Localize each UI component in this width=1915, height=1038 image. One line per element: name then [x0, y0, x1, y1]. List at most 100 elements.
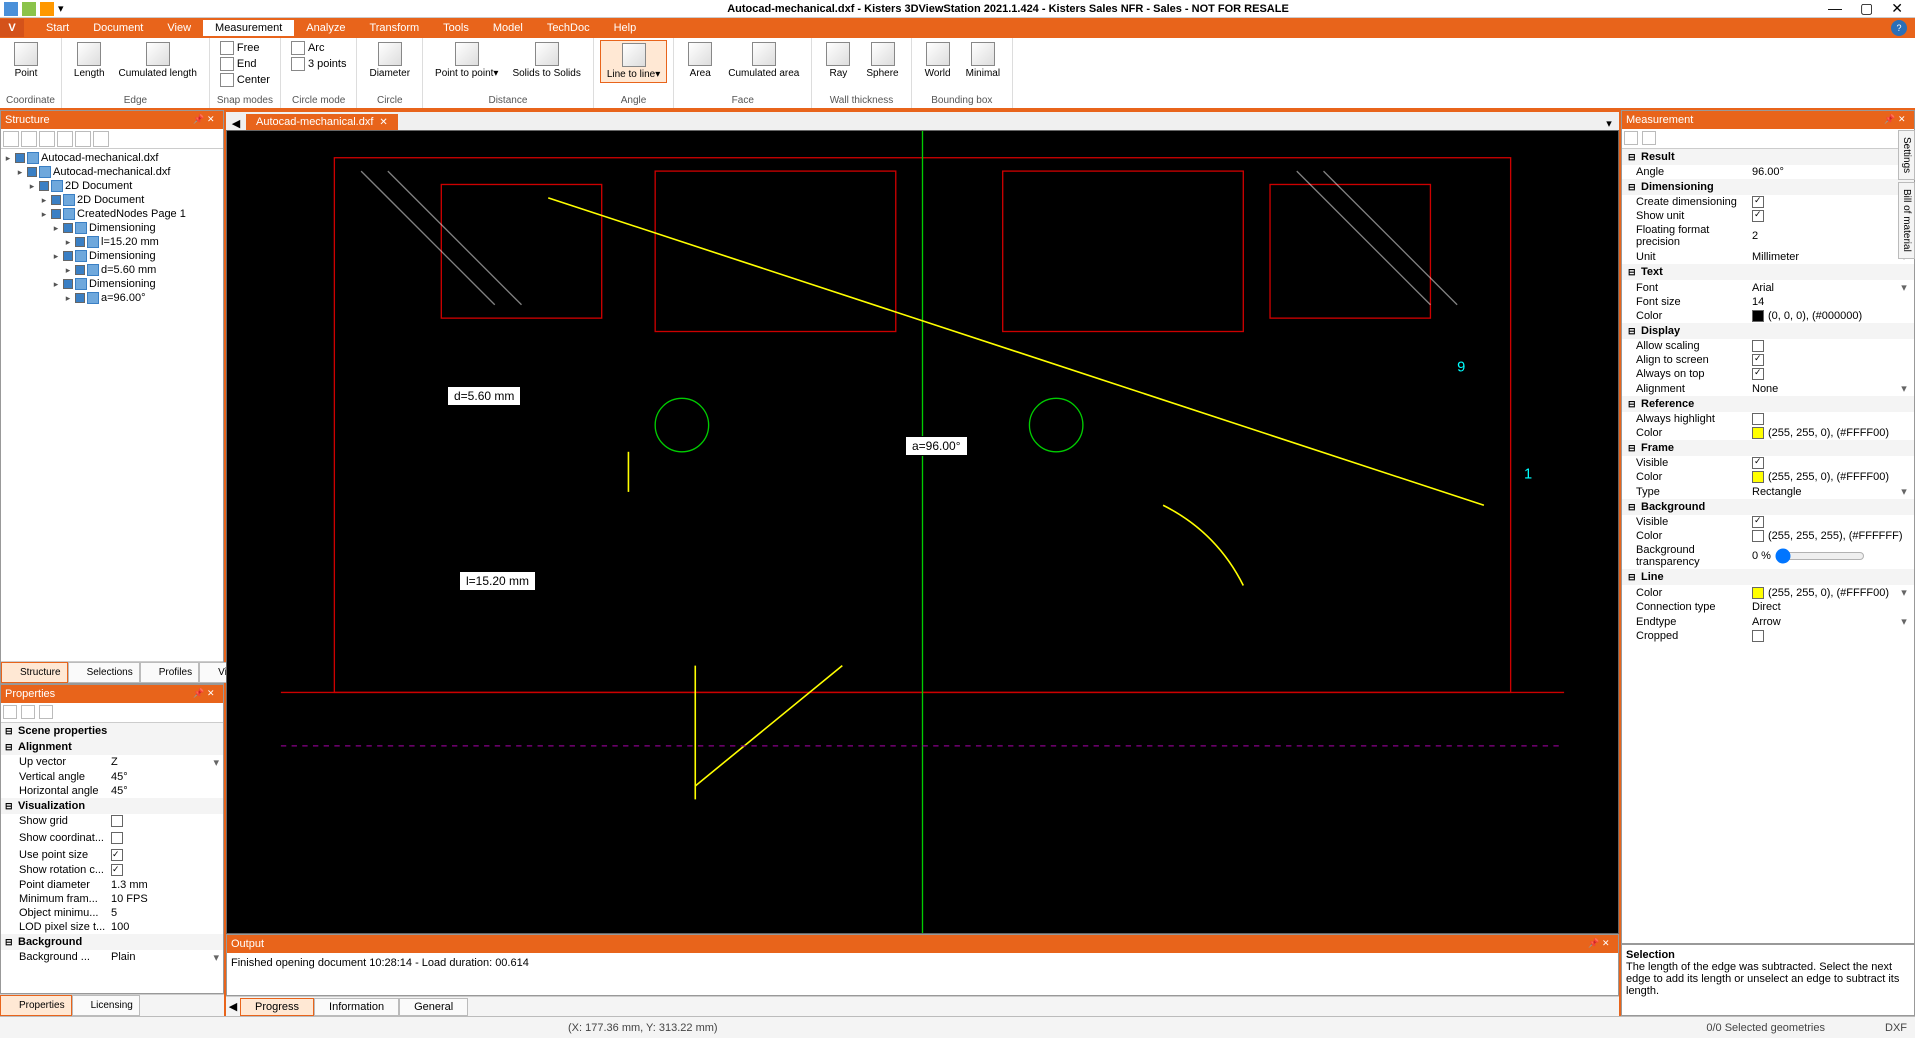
section-expander-icon[interactable]: ⊟ — [1628, 326, 1638, 337]
prop-tool-2[interactable] — [21, 705, 35, 719]
checkbox[interactable] — [111, 815, 123, 827]
meas-tool-2[interactable] — [1642, 131, 1656, 145]
measurement-diameter-label[interactable]: d=5.60 mm — [447, 386, 521, 406]
ribbon-button[interactable]: Cumulated length — [113, 40, 203, 81]
meas-row[interactable]: Visible — [1622, 515, 1914, 529]
meas-row[interactable]: EndtypeArrow▾ — [1622, 614, 1914, 629]
meas-value[interactable] — [1752, 516, 1914, 528]
color-swatch[interactable] — [1752, 427, 1764, 439]
meas-value[interactable] — [1752, 354, 1914, 366]
meas-value[interactable] — [1752, 368, 1914, 380]
prop-section-header[interactable]: ⊟Background — [1, 934, 223, 950]
meas-section-header[interactable]: ⊟Result — [1622, 149, 1914, 165]
meas-section-header[interactable]: ⊟Display — [1622, 323, 1914, 339]
dropdown-icon[interactable]: ▾ — [1898, 485, 1910, 498]
app-logo[interactable]: V — [0, 19, 24, 37]
checkbox[interactable] — [1752, 516, 1764, 528]
ribbon-button[interactable]: Minimal — [960, 40, 1006, 81]
prop-tool-3[interactable] — [39, 705, 53, 719]
meas-value[interactable] — [1752, 457, 1914, 469]
meas-row[interactable]: Color(255, 255, 0), (#FFFF00)▾ — [1622, 585, 1914, 600]
prop-value[interactable] — [111, 832, 223, 847]
meas-row[interactable]: Cropped — [1622, 629, 1914, 643]
tree-checkbox[interactable] — [63, 223, 73, 233]
tree-checkbox[interactable] — [15, 153, 25, 163]
qat-dropdown-icon[interactable]: ▾ — [58, 2, 72, 16]
structure-tree[interactable]: ▸Autocad-mechanical.dxf▸Autocad-mechanic… — [1, 149, 223, 661]
section-expander-icon[interactable]: ⊟ — [1628, 502, 1638, 513]
ribbon-small-button[interactable]: Arc — [287, 40, 351, 56]
panel-close-icon[interactable]: ✕ — [207, 114, 219, 126]
checkbox[interactable] — [1752, 210, 1764, 222]
color-swatch[interactable] — [1752, 471, 1764, 483]
tree-checkbox[interactable] — [51, 195, 61, 205]
section-expander-icon[interactable]: ⊟ — [1628, 399, 1638, 410]
ribbon-button[interactable]: Area — [680, 40, 720, 81]
meas-row[interactable]: Always on top — [1622, 367, 1914, 381]
meas-section-header[interactable]: ⊟Text — [1622, 264, 1914, 280]
tree-expander-icon[interactable]: ▸ — [39, 195, 49, 206]
meas-value[interactable]: 96.00° — [1752, 166, 1914, 178]
tree-checkbox[interactable] — [63, 279, 73, 289]
menu-tab-document[interactable]: Document — [81, 20, 155, 36]
meas-row[interactable]: UnitMillimeter▾ — [1622, 249, 1914, 264]
ribbon-button[interactable]: Point to point▾ — [429, 40, 504, 81]
bottom-tab-licensing[interactable]: Licensing — [72, 995, 140, 1016]
tree-tool-5[interactable] — [75, 131, 91, 147]
measurement-length-label[interactable]: l=15.20 mm — [459, 571, 536, 591]
section-expander-icon[interactable]: ⊟ — [5, 742, 15, 753]
tree-expander-icon[interactable]: ▸ — [3, 153, 13, 164]
panel-tab-profiles[interactable]: Profiles — [140, 662, 199, 683]
minimize-button[interactable]: — — [1828, 0, 1842, 17]
tree-expander-icon[interactable]: ▸ — [51, 251, 61, 262]
tree-checkbox[interactable] — [75, 265, 85, 275]
meas-row[interactable]: Color(255, 255, 255), (#FFFFFF) — [1622, 529, 1914, 543]
tree-tool-3[interactable] — [39, 131, 55, 147]
tree-node[interactable]: ▸d=5.60 mm — [3, 263, 221, 277]
section-expander-icon[interactable]: ⊟ — [1628, 182, 1638, 193]
tree-node[interactable]: ▸CreatedNodes Page 1 — [3, 207, 221, 221]
tree-node[interactable]: ▸Dimensioning — [3, 221, 221, 235]
output-tab-nav-left[interactable]: ◀ — [226, 1000, 240, 1013]
bottom-tab-properties[interactable]: Properties — [0, 995, 72, 1016]
close-button[interactable]: ✕ — [1891, 0, 1903, 17]
prop-row[interactable]: Background ...Plain▾ — [1, 950, 223, 965]
qat-icon-1[interactable] — [4, 2, 18, 16]
side-tab-settings[interactable]: Settings — [1898, 130, 1915, 180]
prop-row[interactable]: Show coordinat... — [1, 831, 223, 848]
tree-node[interactable]: ▸Autocad-mechanical.dxf — [3, 165, 221, 179]
meas-value[interactable]: Millimeter▾ — [1752, 250, 1914, 263]
meas-value[interactable]: Arrow▾ — [1752, 615, 1914, 628]
menu-tab-techdoc[interactable]: TechDoc — [535, 20, 602, 36]
meas-row[interactable]: Floating format precision2 — [1622, 223, 1914, 249]
meas-section-header[interactable]: ⊟Frame — [1622, 440, 1914, 456]
meas-row[interactable]: Show unit — [1622, 209, 1914, 223]
meas-value[interactable]: 0 % — [1752, 548, 1914, 564]
prop-value[interactable]: Plain▾ — [111, 951, 223, 964]
prop-row[interactable]: Vertical angle45° — [1, 770, 223, 784]
meas-tool-1[interactable] — [1624, 131, 1638, 145]
meas-row[interactable]: Color(0, 0, 0), (#000000) — [1622, 309, 1914, 323]
meas-row[interactable]: Color(255, 255, 0), (#FFFF00) — [1622, 426, 1914, 440]
tree-expander-icon[interactable]: ▸ — [15, 167, 25, 178]
ribbon-button[interactable]: Ray — [818, 40, 858, 81]
prop-tool-1[interactable] — [3, 705, 17, 719]
qat-icon-3[interactable] — [40, 2, 54, 16]
checkbox[interactable] — [1752, 413, 1764, 425]
meas-section-header[interactable]: ⊟Reference — [1622, 396, 1914, 412]
dropdown-icon[interactable]: ▾ — [1898, 281, 1910, 294]
measurement-angle-label[interactable]: a=96.00° — [905, 436, 968, 456]
meas-section-header[interactable]: ⊟Line — [1622, 569, 1914, 585]
dropdown-icon[interactable]: ▾ — [213, 756, 219, 769]
ribbon-button[interactable]: Cumulated area — [722, 40, 805, 81]
ribbon-small-button[interactable]: End — [216, 56, 274, 72]
meas-row[interactable]: TypeRectangle▾ — [1622, 484, 1914, 499]
prop-row[interactable]: LOD pixel size t...100 — [1, 920, 223, 934]
dropdown-icon[interactable]: ▾ — [1898, 586, 1910, 599]
document-tab-close-icon[interactable]: ✕ — [379, 117, 387, 128]
meas-row[interactable]: Align to screen — [1622, 353, 1914, 367]
prop-row[interactable]: Horizontal angle45° — [1, 784, 223, 798]
panel-tab-structure[interactable]: Structure — [1, 662, 68, 683]
meas-value[interactable]: (0, 0, 0), (#000000) — [1752, 310, 1914, 322]
checkbox[interactable] — [1752, 368, 1764, 380]
